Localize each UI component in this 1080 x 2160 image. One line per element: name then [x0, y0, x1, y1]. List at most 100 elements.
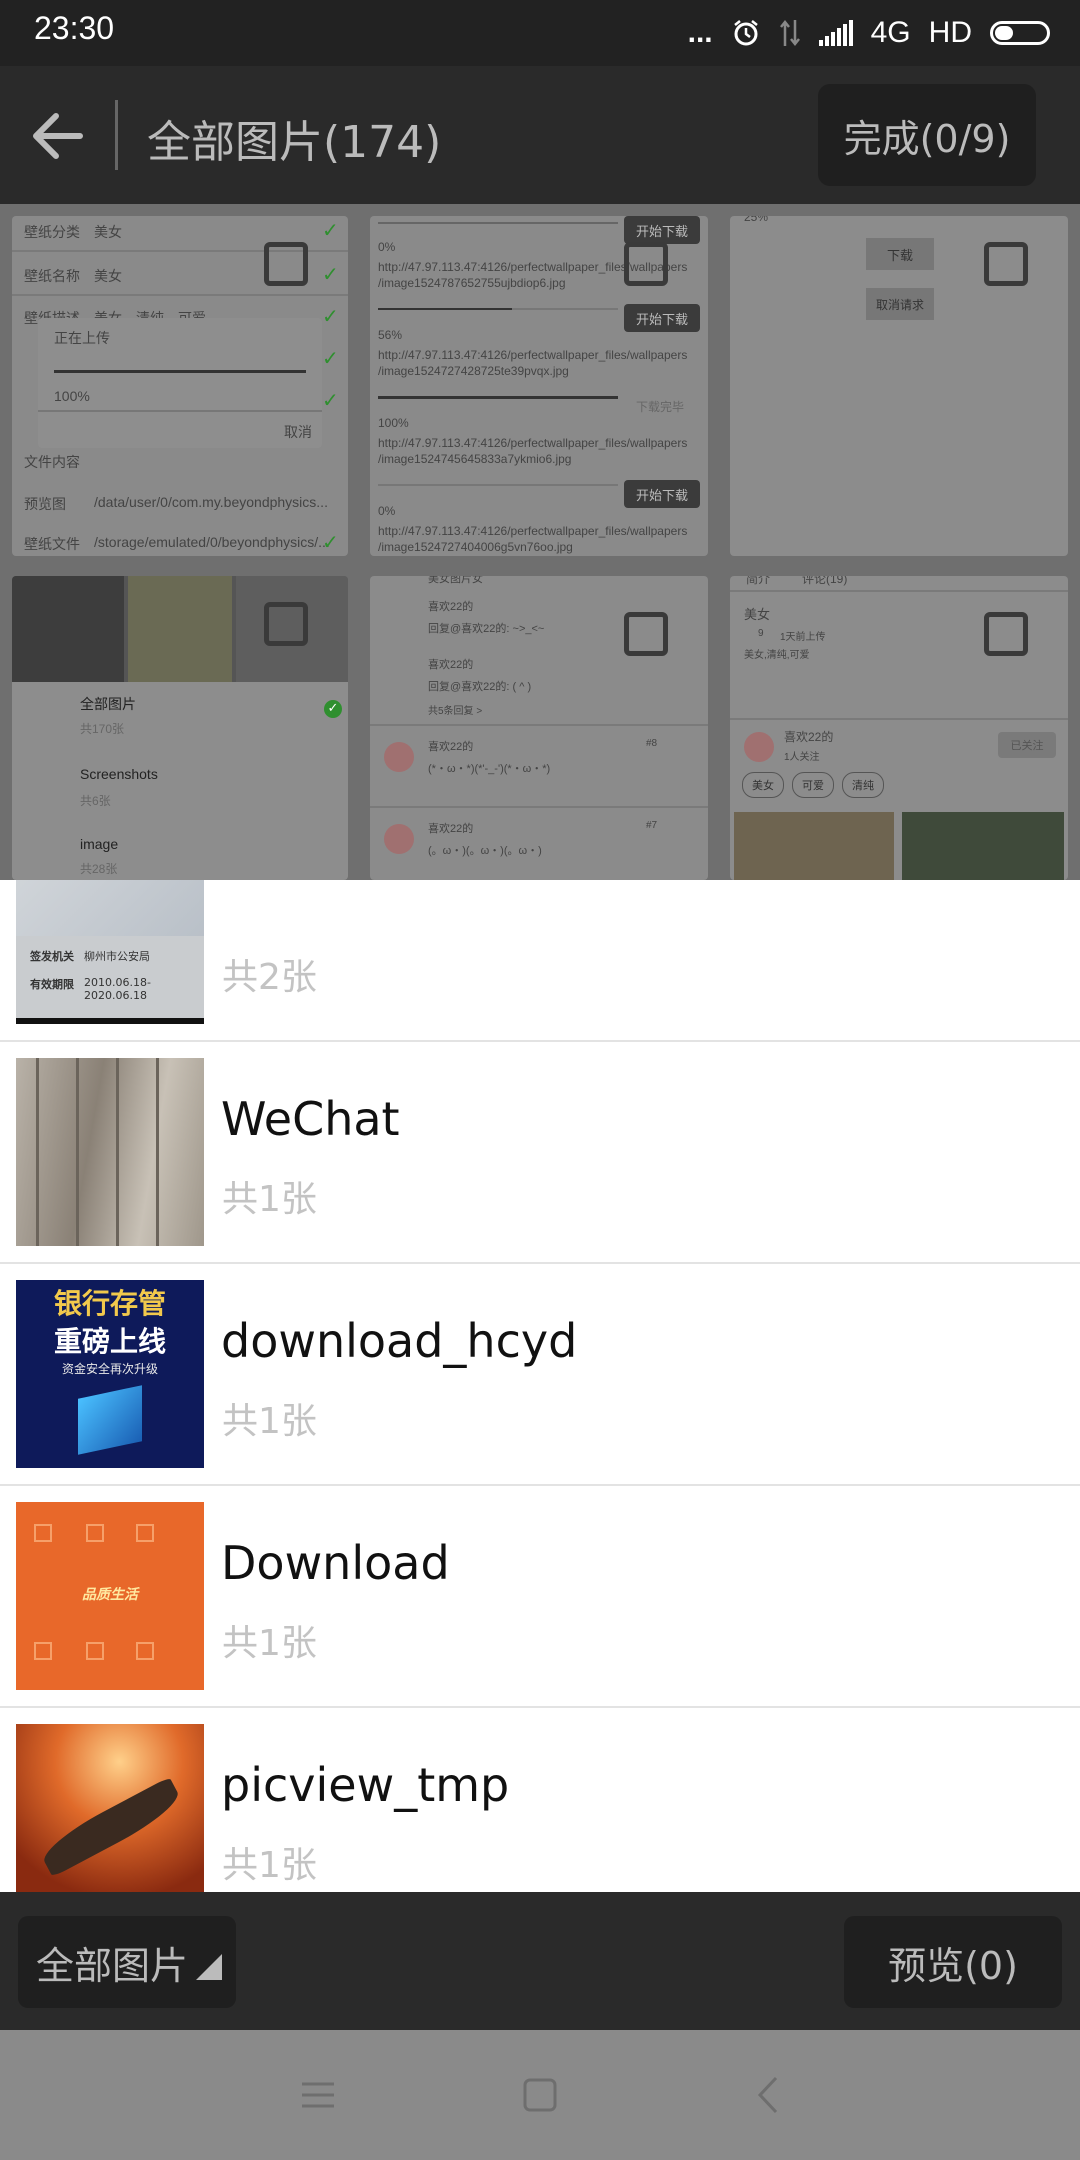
preview-button[interactable]: 预览(0): [844, 1916, 1062, 2008]
select-checkbox[interactable]: [264, 242, 308, 286]
download-done-label: 下载完毕: [636, 400, 685, 414]
avatar: [744, 732, 774, 762]
id-card-text: 签发机关: [30, 950, 74, 963]
signal-icon: [818, 20, 853, 46]
wallpaper-desc: 美女,清纯,可爱: [744, 650, 810, 661]
album-item[interactable]: WeChat 共1张: [0, 1042, 1080, 1264]
hd-indicator: HD: [928, 16, 972, 49]
comment-text: 回复@喜欢22的: ( ^ ): [428, 681, 532, 693]
check-circle-icon: ✓: [324, 700, 342, 718]
album-thumbnail: 品质生活: [16, 1502, 204, 1690]
dropdown-triangle-icon: [196, 1954, 222, 1980]
photo: [902, 812, 1064, 880]
select-checkbox[interactable]: [984, 612, 1028, 656]
album-entry-name: image: [80, 836, 119, 852]
album-entry-name: Screenshots: [80, 766, 158, 782]
folder-selector-label: 全部图片: [36, 1943, 189, 1988]
thumb-text: /image1524727428725te39pvqx.jpg: [378, 364, 569, 378]
thumb-text: http://47.97.113.47:4126/perfectwallpape…: [378, 436, 688, 450]
progress-bar: [378, 308, 618, 310]
id-card-text: 柳州市公安局: [84, 950, 150, 963]
album-name: picview_tmp: [221, 1758, 510, 1812]
thumb-text: 0%: [378, 240, 396, 254]
folder-selector-button[interactable]: 全部图片: [18, 1916, 236, 2008]
avatar: [384, 742, 414, 772]
album-item[interactable]: 品质生活 Download 共1张: [0, 1486, 1080, 1708]
select-checkbox[interactable]: [624, 242, 668, 286]
album-thumbnail: [16, 1058, 204, 1246]
album-name: WeChat: [221, 1092, 400, 1146]
thumb-text: /image1524745645833a7ykmio6.jpg: [378, 452, 572, 466]
tab-intro: 简介: [746, 576, 771, 586]
thumb-text: http://47.97.113.47:4126/perfectwallpape…: [378, 524, 688, 538]
comment-user: 喜欢22的: [428, 823, 474, 835]
user-sub: 1人关注: [784, 752, 820, 763]
album-item[interactable]: picview_tmp 共1张: [0, 1708, 1080, 1892]
comment-text: (*・ω・*)(*'-_-')(*・ω・*): [428, 763, 551, 775]
thumb-text: 25%: [744, 216, 769, 224]
divider: [730, 590, 1068, 592]
image-thumbnail[interactable]: 全部图片 共170张 ✓ Screenshots 共6张 image 共28张: [12, 576, 348, 880]
check-icon: ✓: [322, 346, 339, 370]
comment-text: 回复@喜欢22的: ~>_<~: [428, 623, 545, 635]
tag: 美女: [742, 772, 784, 798]
id-card-text: 2010.06.18-2020.06.18: [84, 976, 151, 1002]
select-checkbox[interactable]: [624, 612, 668, 656]
album-entry-count: 共6张: [80, 794, 111, 808]
banner-text: 银行存管: [53, 1287, 166, 1320]
album-list: 签发机关 柳州市公安局 有效期限 2010.06.18-2020.06.18 共…: [0, 880, 1080, 1892]
comment-floor: #7: [646, 820, 658, 831]
comment-user: 喜欢22的: [428, 601, 474, 613]
menu-icon[interactable]: [300, 2070, 336, 2120]
divider: [12, 294, 348, 296]
thumb-text: 0%: [378, 504, 396, 518]
check-icon: ✓: [322, 218, 339, 242]
avatar: [384, 824, 414, 854]
select-checkbox[interactable]: [264, 602, 308, 646]
album-item[interactable]: 签发机关 柳州市公安局 有效期限 2010.06.18-2020.06.18 共…: [0, 880, 1080, 1042]
thumb-text: /image1524727404006g5vn76oo.jpg: [378, 540, 573, 554]
start-download-button: 开始下载: [624, 304, 700, 332]
battery-icon: [990, 21, 1050, 45]
album-name: Download: [221, 1536, 450, 1590]
views-count: 9: [758, 628, 764, 639]
home-icon[interactable]: [522, 2070, 558, 2120]
album-thumbnail: 银行存管 重磅上线 资金安全再次升级: [16, 1280, 204, 1468]
image-thumbnail[interactable]: 开始下载 0% http://47.97.113.47:4126/perfect…: [370, 216, 708, 556]
more-dots-icon: ...: [687, 16, 713, 49]
dialog-cancel: 取消: [284, 424, 312, 440]
image-thumbnail[interactable]: 美女图片女 喜欢22的 回复@喜欢22的: ~>_<~ 喜欢22的 回复@喜欢2…: [370, 576, 708, 880]
download-button: 下载: [866, 238, 934, 270]
data-arrows-icon: [779, 19, 800, 47]
page-title: 全部图片(174): [147, 117, 442, 168]
album-thumbnail: [16, 1724, 204, 1892]
check-icon: ✓: [322, 530, 339, 554]
thumb-text: /data/user/0/com.my.beyondphysics...: [94, 494, 328, 510]
image-thumbnail[interactable]: 壁纸分类 美女 ✓ 壁纸名称 美女 ✓ 壁纸描述 美女，清纯，可爱 ✓ ✓ ✓ …: [12, 216, 348, 556]
image-thumbnail[interactable]: 25% 下载 取消请求: [730, 216, 1068, 556]
thumb-text: 100%: [378, 416, 409, 430]
back-icon[interactable]: [752, 2070, 782, 2120]
wallpaper-title: 美女: [744, 607, 771, 622]
album-count: 共1张: [222, 1845, 317, 1886]
thumb-text: 56%: [378, 328, 403, 342]
thumb-text: /storage/emulated/0/beyondphysics/...: [94, 534, 330, 550]
select-checkbox[interactable]: [984, 242, 1028, 286]
comment-text: (。ω・)(。ω・)(。ω・): [428, 845, 542, 857]
divider: [370, 724, 708, 726]
bottom-bar: 全部图片 预览(0): [0, 1892, 1080, 2030]
status-icons: ... 4G HD: [688, 10, 1050, 56]
progress-bar: [54, 370, 306, 373]
check-icon: ✓: [322, 388, 339, 412]
more-replies-link: 共5条回复 >: [428, 706, 483, 717]
back-arrow-icon[interactable]: [28, 106, 88, 166]
status-time: 23:30: [34, 10, 115, 46]
album-item[interactable]: 银行存管 重磅上线 资金安全再次升级 download_hcyd 共1张: [0, 1264, 1080, 1486]
image-thumbnail[interactable]: 简介 评论(19) 美女 9 1天前上传 美女,清纯,可爱 喜欢22的 1人关注…: [730, 576, 1068, 880]
done-button[interactable]: 完成(0/9): [818, 84, 1036, 186]
thumb-text: 预览图: [24, 496, 66, 512]
divider: [38, 410, 322, 412]
dialog-title: 正在上传: [54, 330, 110, 346]
album-count: 共1张: [222, 1179, 317, 1220]
album-entry-count: 共170张: [80, 722, 125, 736]
